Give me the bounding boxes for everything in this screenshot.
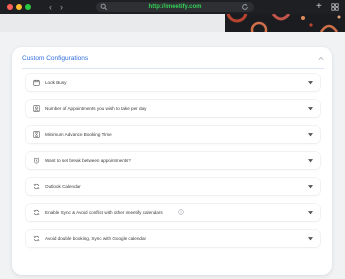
- chevron-down-icon[interactable]: [308, 133, 313, 137]
- back-arrow-icon[interactable]: ‹: [49, 1, 52, 13]
- row-label: Want to set break between appointments?: [45, 158, 131, 163]
- info-icon[interactable]: [178, 209, 184, 215]
- maximize-window-button[interactable]: [25, 4, 31, 10]
- reload-icon[interactable]: [241, 3, 249, 11]
- close-window-button[interactable]: [7, 4, 13, 10]
- row-label: Number of Appointments you wish to take …: [45, 106, 147, 111]
- config-row-look-busy[interactable]: Look Busy: [26, 74, 320, 91]
- row-label: Look Busy: [45, 80, 67, 85]
- config-row-appointments-per-day[interactable]: Number of Appointments you wish to take …: [26, 100, 320, 117]
- row-label: Avoid double booking, Sync with Google c…: [45, 236, 147, 241]
- sync-icon: [33, 183, 40, 190]
- chevron-down-icon[interactable]: [308, 159, 313, 163]
- row-label: Enable Sync & Avoid conflict with other …: [45, 210, 163, 215]
- browser-toolbar: ‹ › http://imeetify.com +: [0, 0, 345, 14]
- decorative-pattern: [225, 14, 345, 32]
- forward-arrow-icon[interactable]: ›: [60, 1, 63, 13]
- alarm-icon: [33, 157, 40, 164]
- hourglass-icon: [33, 131, 40, 138]
- tab-overview-icon[interactable]: [331, 3, 339, 11]
- calendar-icon: [33, 79, 40, 86]
- sync-icon: [33, 235, 40, 242]
- new-tab-icon[interactable]: +: [316, 0, 322, 13]
- row-label: Outlook Calendar: [45, 184, 81, 189]
- chevron-down-icon[interactable]: [308, 211, 313, 215]
- url-text: http://imeetify.com: [148, 4, 202, 10]
- chevron-down-icon[interactable]: [308, 81, 313, 85]
- custom-configurations-panel: Custom Configurations Look Busy Number o…: [12, 47, 332, 275]
- config-row-google-calendar-sync[interactable]: Avoid double booking, Sync with Google c…: [26, 230, 320, 247]
- chevron-down-icon[interactable]: [308, 237, 313, 241]
- config-row-outlook-calendar[interactable]: Outlook Calendar: [26, 178, 320, 195]
- row-label: Minimum Advance Booking Time: [45, 132, 112, 137]
- person-icon: [33, 105, 40, 112]
- minimize-window-button[interactable]: [16, 4, 22, 10]
- address-bar[interactable]: http://imeetify.com: [96, 2, 254, 12]
- chevron-down-icon[interactable]: [308, 107, 313, 111]
- chevron-up-icon[interactable]: [318, 56, 324, 61]
- chevron-down-icon[interactable]: [308, 185, 313, 189]
- config-row-imeetify-calendar-sync[interactable]: Enable Sync & Avoid conflict with other …: [26, 204, 320, 221]
- config-row-break-between-appointments[interactable]: Want to set break between appointments?: [26, 152, 320, 169]
- panel-title: Custom Configurations: [22, 55, 89, 62]
- config-row-minimum-advance-booking[interactable]: Minimum Advance Booking Time: [26, 126, 320, 143]
- divider: [22, 68, 324, 69]
- sync-icon: [33, 209, 40, 216]
